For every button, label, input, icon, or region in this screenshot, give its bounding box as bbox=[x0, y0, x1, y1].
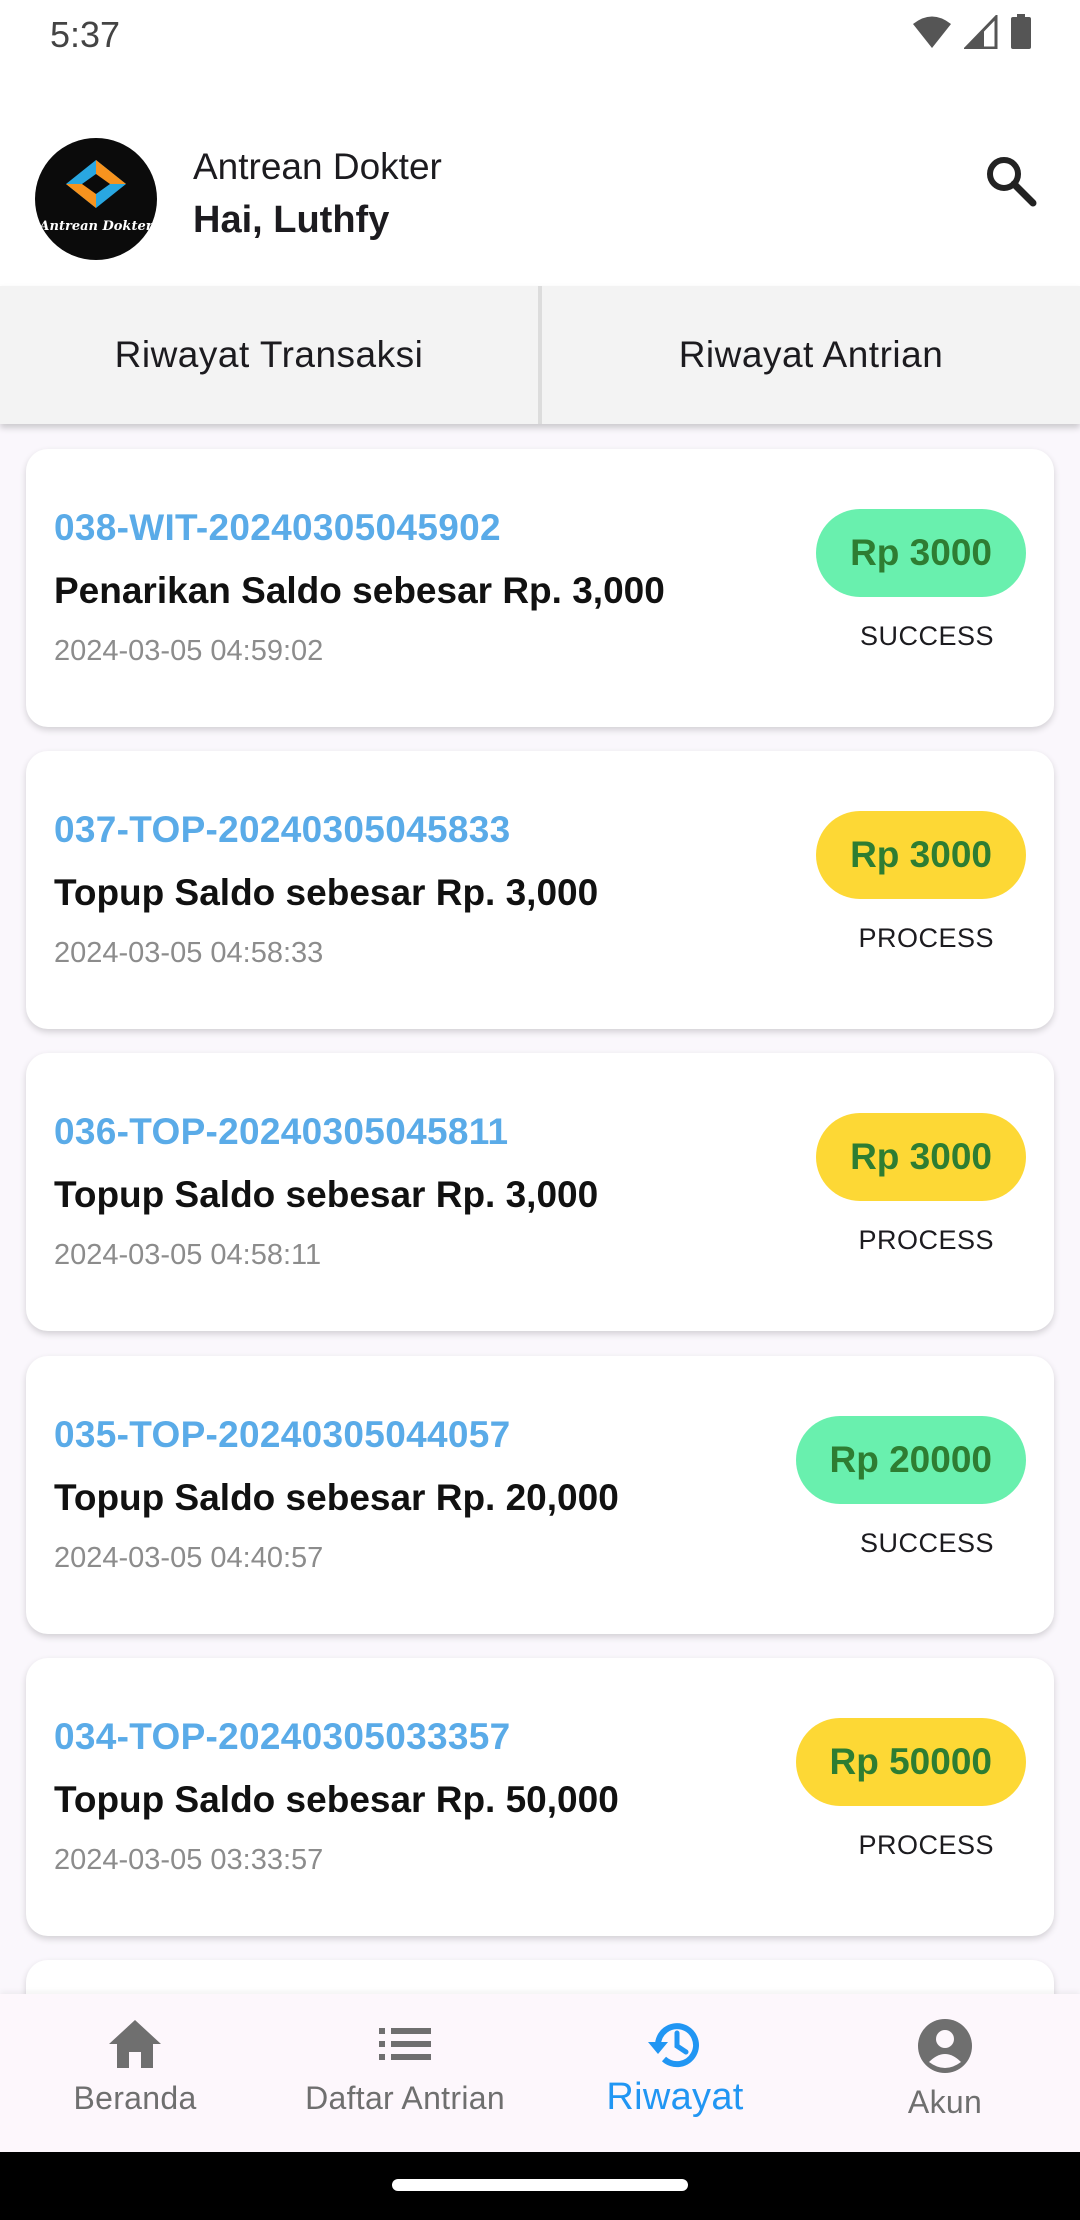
account-icon bbox=[918, 2019, 972, 2073]
status-time: 5:37 bbox=[50, 14, 121, 55]
tab-riwayat-transaksi[interactable]: Riwayat Transaksi bbox=[0, 286, 542, 424]
status-label: PROCESS bbox=[858, 923, 994, 953]
transaction-description: Topup Saldo sebesar Rp. 3,000 bbox=[54, 872, 599, 913]
status-label: PROCESS bbox=[858, 1830, 994, 1860]
app-name: Antrean Dokter bbox=[193, 146, 442, 187]
transaction-card[interactable]: 034-TOP-20240305033357 Topup Saldo sebes… bbox=[26, 1658, 1054, 1936]
list-icon bbox=[379, 2028, 431, 2060]
tab-riwayat-antrian[interactable]: Riwayat Antrian bbox=[542, 286, 1080, 424]
transaction-id: 034-TOP-20240305033357 bbox=[54, 1716, 511, 1757]
nav-label: Beranda bbox=[73, 2080, 197, 2116]
nav-item-akun[interactable]: Akun bbox=[810, 1994, 1080, 2152]
transaction-date: 2024-03-05 04:58:33 bbox=[54, 937, 324, 969]
transaction-card[interactable]: 038-WIT-20240305045902 Penarikan Saldo s… bbox=[26, 449, 1054, 727]
transaction-description: Topup Saldo sebesar Rp. 3,000 bbox=[54, 1174, 599, 1215]
bottom-navigation: Beranda Daftar Antrian Riwayat Akun bbox=[0, 1994, 1080, 2152]
transaction-description: Penarikan Saldo sebesar Rp. 3,000 bbox=[54, 570, 665, 611]
status-bar: 5:37 bbox=[0, 0, 1080, 66]
transaction-id: 035-TOP-20240305044057 bbox=[54, 1414, 511, 1455]
search-icon bbox=[987, 157, 1037, 207]
history-icon bbox=[648, 2023, 699, 2068]
app-header: Antrean Dokter Antrean Dokter Hai, Luthf… bbox=[0, 66, 1080, 286]
transaction-description: Topup Saldo sebesar Rp. 50,000 bbox=[54, 1779, 619, 1820]
transaction-card[interactable]: 037-TOP-20240305045833 Topup Saldo sebes… bbox=[26, 751, 1054, 1029]
nav-item-daftar-antrian[interactable]: Daftar Antrian bbox=[270, 1994, 540, 2152]
amount-badge: Rp 3000 bbox=[816, 1113, 1026, 1201]
transaction-card[interactable]: 036-TOP-20240305045811 Topup Saldo sebes… bbox=[26, 1053, 1054, 1331]
transaction-card[interactable]: 035-TOP-20240305044057 Topup Saldo sebes… bbox=[26, 1356, 1054, 1634]
signal-icon bbox=[964, 15, 998, 49]
nav-label: Akun bbox=[907, 2084, 983, 2120]
status-label: SUCCESS bbox=[859, 1528, 994, 1558]
system-gesture-bar bbox=[0, 2152, 1080, 2220]
status-label: PROCESS bbox=[858, 1225, 994, 1255]
home-gesture-handle[interactable] bbox=[392, 2179, 688, 2191]
search-button[interactable] bbox=[974, 144, 1046, 216]
transaction-id: 036-TOP-20240305045811 bbox=[54, 1111, 509, 1152]
transaction-description: Topup Saldo sebesar Rp. 20,000 bbox=[54, 1477, 619, 1518]
nav-label: Riwayat bbox=[606, 2076, 744, 2118]
transaction-id: 037-TOP-20240305045833 bbox=[54, 809, 511, 850]
amount-badge: Rp 20000 bbox=[795, 1416, 1026, 1504]
amount-badge: Rp 50000 bbox=[795, 1718, 1026, 1806]
status-label: SUCCESS bbox=[859, 621, 994, 651]
wifi-icon bbox=[913, 16, 951, 48]
nav-item-riwayat[interactable]: Riwayat bbox=[540, 1994, 810, 2152]
transaction-date: 2024-03-05 04:40:57 bbox=[54, 1542, 324, 1574]
transaction-id: 038-WIT-20240305045902 bbox=[54, 507, 501, 548]
app-logo: Antrean Dokter bbox=[35, 138, 157, 260]
nav-label: Daftar Antrian bbox=[305, 2080, 505, 2116]
transaction-date: 2024-03-05 04:58:11 bbox=[54, 1239, 322, 1271]
battery-icon bbox=[1011, 14, 1031, 49]
transaction-date: 2024-03-05 03:33:57 bbox=[54, 1844, 324, 1876]
transaction-date: 2024-03-05 04:59:02 bbox=[54, 635, 324, 667]
home-icon bbox=[109, 2020, 161, 2068]
amount-badge: Rp 3000 bbox=[816, 811, 1026, 899]
transaction-list[interactable]: 038-WIT-20240305045902 Penarikan Saldo s… bbox=[0, 424, 1080, 1994]
history-tabs: Riwayat Transaksi Riwayat Antrian bbox=[0, 286, 1080, 424]
status-icons bbox=[912, 14, 1032, 50]
user-greeting: Hai, Luthfy bbox=[193, 199, 390, 241]
amount-badge: Rp 3000 bbox=[816, 509, 1026, 597]
logo-text: Antrean Dokter bbox=[39, 219, 153, 234]
nav-item-beranda[interactable]: Beranda bbox=[0, 1994, 270, 2152]
transaction-card-partial[interactable] bbox=[26, 1960, 1054, 1994]
